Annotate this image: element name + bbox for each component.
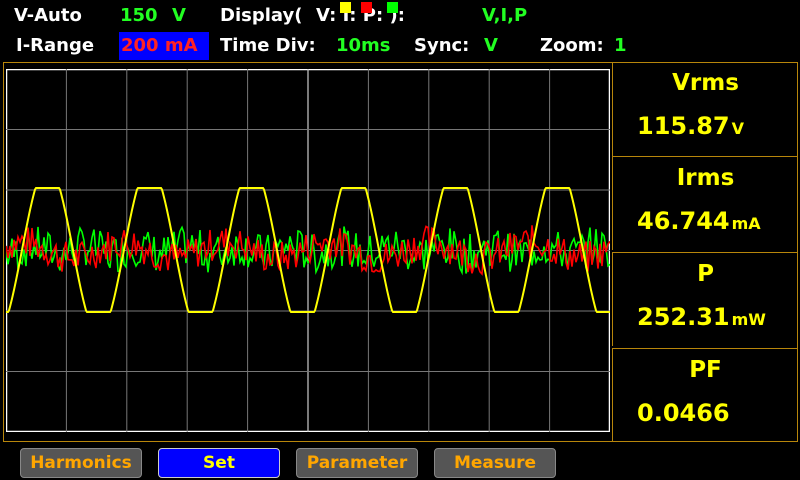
- sync-value: V: [484, 35, 498, 56]
- measurement-value: 46.744 mA: [637, 207, 761, 235]
- measurement-label: P: [697, 261, 714, 287]
- harmonics-button[interactable]: Harmonics: [20, 448, 142, 478]
- measurement-panel-p: P 252.31 mW: [612, 252, 798, 346]
- measurement-panel-irms: Irms 46.744 mA: [612, 156, 798, 250]
- i-range-value[interactable]: 200 mA: [119, 32, 209, 60]
- measurement-panel-vrms: Vrms 115.87 V: [612, 62, 798, 156]
- waveform-plot: [6, 69, 610, 432]
- parameter-button[interactable]: Parameter: [296, 448, 418, 478]
- display-v-label: V:: [316, 5, 337, 26]
- measurement-value: 115.87 V: [637, 112, 744, 140]
- set-button[interactable]: Set: [158, 448, 280, 478]
- value-unit: mA: [731, 214, 761, 233]
- value-number: 252.31: [637, 303, 730, 331]
- value-number: 46.744: [637, 207, 730, 235]
- time-div-label: Time Div:: [220, 35, 316, 56]
- measurement-label: Vrms: [672, 70, 739, 96]
- v-range-value: 150: [120, 5, 158, 26]
- v-range-unit: V: [172, 5, 186, 26]
- display-value: V,I,P: [482, 5, 528, 26]
- zoom-value: 1: [614, 35, 627, 56]
- current-legend-swatch: [360, 2, 372, 13]
- v-range-label: V-Auto: [14, 5, 82, 26]
- sync-label: Sync:: [414, 35, 470, 56]
- time-div-value: 10ms: [336, 35, 391, 56]
- value-unit: mW: [731, 310, 766, 329]
- i-range-label: I-Range: [16, 35, 95, 56]
- display-label: Display(: [220, 5, 303, 26]
- measurement-label: PF: [689, 357, 722, 383]
- measurement-panel-pf: PF 0.0466: [612, 348, 798, 441]
- display-legend: V: I: P: ):: [316, 2, 405, 30]
- value-number: 0.0466: [637, 399, 730, 427]
- value-unit: V: [731, 119, 745, 138]
- power-legend-swatch: [387, 2, 399, 13]
- voltage-legend-swatch: [340, 2, 352, 13]
- measure-button[interactable]: Measure: [434, 448, 556, 478]
- measurement-label: Irms: [676, 165, 735, 191]
- measurement-value: 252.31 mW: [637, 303, 766, 331]
- value-number: 115.87: [637, 112, 730, 140]
- zoom-label: Zoom:: [540, 35, 604, 56]
- measurement-value: 0.0466: [637, 399, 732, 427]
